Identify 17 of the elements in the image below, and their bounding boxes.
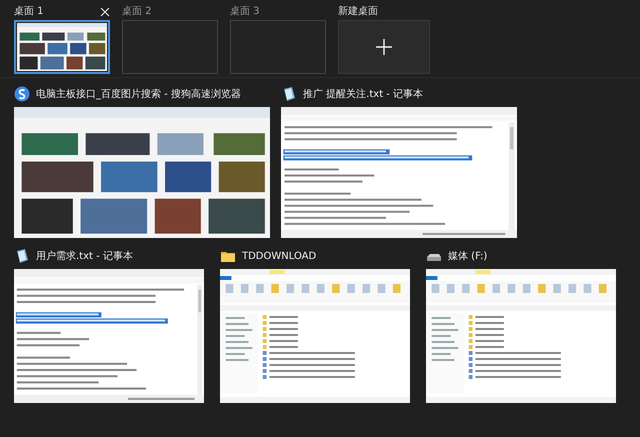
notepad-icon [14, 248, 30, 264]
desktop-thumbnail[interactable] [230, 20, 326, 74]
window-title[interactable]: TDDOWNLOAD [242, 248, 316, 264]
window-title[interactable]: 媒体 (F:) [448, 248, 488, 264]
desktop-label: 桌面 2 [122, 6, 152, 18]
window-title[interactable]: 用户需求.txt - 记事本 [36, 248, 133, 264]
close-icon[interactable] [100, 7, 110, 17]
notepad-icon [281, 86, 297, 102]
window-title[interactable]: 推广 提醒关注.txt - 记事本 [303, 86, 424, 102]
desktop-label: 桌面 1 [14, 6, 44, 18]
browser-logo-icon [14, 86, 30, 102]
window-title[interactable]: 电脑主板接口_百度图片搜索 - 搜狗高速浏览器 [36, 86, 241, 102]
plus-icon [376, 39, 392, 55]
desktop-thumbnail[interactable] [122, 20, 218, 74]
new-desktop-label: 新建桌面 [338, 6, 378, 18]
new-desktop-button[interactable] [338, 20, 430, 74]
desktop-label: 桌面 3 [230, 6, 260, 18]
